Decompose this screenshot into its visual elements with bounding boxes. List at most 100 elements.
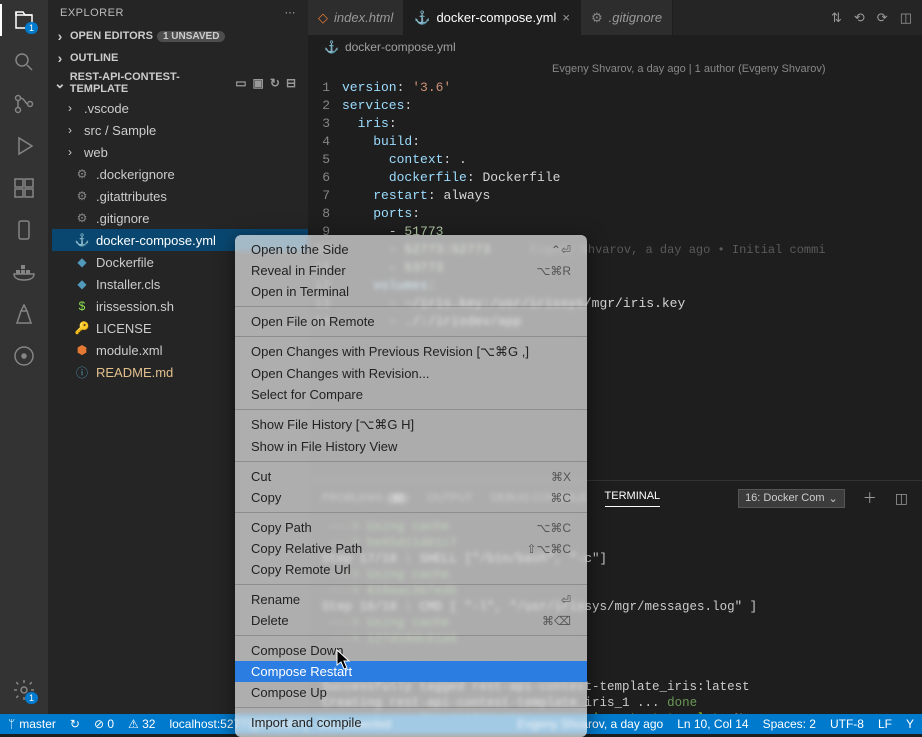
menu-item[interactable]: Compose Down [235, 640, 587, 661]
menu-item[interactable]: Copy⌘C [235, 487, 587, 508]
status-position[interactable]: Ln 10, Col 14 [677, 717, 748, 731]
new-folder-icon[interactable]: ▣ [253, 76, 264, 90]
split-terminal-icon[interactable]: ◫ [895, 490, 908, 507]
menu-item[interactable]: Import and compile [235, 712, 587, 733]
menu-item[interactable]: Copy Remote Url [235, 559, 587, 580]
menu-item[interactable]: Cut⌘X [235, 466, 587, 487]
settings-icon[interactable]: 1 [12, 678, 36, 702]
folder-item[interactable]: ›.vscode [52, 97, 308, 119]
terminal-selector[interactable]: 16: Docker Com ⌄ [738, 489, 845, 508]
status-language[interactable]: Y [906, 717, 914, 731]
gitlens-icon[interactable] [12, 302, 36, 326]
source-control-icon[interactable] [12, 92, 36, 116]
menu-item[interactable]: Delete ⌘⌫ [235, 610, 587, 631]
prev-icon[interactable]: ⟲ [854, 10, 865, 26]
new-file-icon[interactable]: ▭ [235, 76, 246, 90]
status-branch[interactable]: ᛘ master [8, 717, 56, 731]
folder-item[interactable]: ›src / Sample [52, 119, 308, 141]
debug-icon[interactable] [12, 134, 36, 158]
menu-shortcut: ⌘⌫ [542, 614, 571, 628]
split-icon[interactable]: ◫ [900, 10, 912, 26]
editor-tab[interactable]: ⚙.gitignore [581, 0, 673, 35]
more-icon[interactable]: ⋯ [285, 6, 297, 19]
item-label: README.md [96, 365, 173, 380]
context-menu[interactable]: Open to the Side⌃⏎Reveal in Finder⌥⌘ROpe… [235, 235, 587, 737]
menu-item[interactable]: Compose Up [235, 682, 587, 703]
menu-label: Open Changes with Revision... [251, 366, 429, 381]
folder-item[interactable]: › web [52, 141, 308, 163]
menu-item[interactable]: Open File on Remote [235, 311, 587, 332]
unsaved-badge: 1 UNSAVED [157, 31, 226, 42]
menu-item[interactable]: Open to the Side⌃⏎ [235, 239, 587, 260]
breadcrumb[interactable]: ⚓ docker-compose.yml [308, 35, 922, 59]
status-encoding[interactable]: UTF-8 [830, 717, 864, 731]
activity-bar: 1 1 [0, 0, 48, 714]
docker-icon[interactable] [12, 260, 36, 284]
menu-item[interactable]: Copy Relative Path⇧⌥⌘C [235, 538, 587, 559]
menu-item[interactable]: Select for Compare [235, 384, 587, 405]
explorer-icon[interactable]: 1 [12, 8, 36, 32]
menu-shortcut: ⌘X [551, 470, 571, 484]
menu-item[interactable]: Copy Path⌥⌘C [235, 517, 587, 538]
section-outline[interactable]: › OUTLINE [48, 47, 308, 69]
search-icon[interactable] [12, 50, 36, 74]
file-icon: ◆ [74, 255, 90, 269]
compare-icon[interactable]: ⇅ [831, 10, 842, 26]
menu-item[interactable]: Open Changes with Revision... [235, 363, 587, 384]
menu-label: Compose Down [251, 643, 344, 658]
code-line[interactable]: 7 restart: always [308, 187, 922, 205]
close-icon[interactable]: × [562, 10, 570, 25]
menu-label: Compose Restart [251, 664, 352, 679]
menu-item[interactable]: Compose Restart [235, 661, 587, 682]
item-label: web [84, 145, 108, 160]
next-icon[interactable]: ⟳ [877, 10, 888, 26]
editor-tab[interactable]: ⚓docker-compose.yml× [404, 0, 581, 35]
menu-separator [235, 461, 587, 462]
new-terminal-icon[interactable]: ＋ [863, 488, 877, 508]
editor-tab[interactable]: ◇index.html [308, 0, 404, 35]
chevron-right-icon: › [62, 145, 78, 159]
code-line[interactable]: 8 ports: [308, 205, 922, 223]
chevron-down-icon: ⌄ [54, 75, 66, 92]
menu-item[interactable]: Open Changes with Previous Revision [⌥⌘G… [235, 341, 587, 363]
collapse-icon[interactable]: ⊟ [286, 76, 296, 90]
status-errors[interactable]: ⊘ 0 [94, 717, 114, 731]
item-label: .gitignore [96, 211, 149, 226]
menu-item[interactable]: Open in Terminal [235, 281, 587, 302]
menu-label: Compose Up [251, 685, 327, 700]
menu-label: Delete [251, 613, 289, 628]
menu-shortcut: ⌘C [550, 491, 571, 505]
code-line[interactable]: 4 build: [308, 133, 922, 151]
code-line[interactable]: 3 iris: [308, 115, 922, 133]
menu-item[interactable]: Rename⏎ [235, 589, 587, 610]
file-item[interactable]: ⚙.dockerignore [52, 163, 308, 185]
file-item[interactable]: ⚙.gitattributes [52, 185, 308, 207]
menu-separator [235, 635, 587, 636]
section-open-editors[interactable]: › OPEN EDITORS 1 UNSAVED [48, 25, 308, 47]
refresh-icon[interactable]: ↻ [270, 76, 280, 90]
file-item[interactable]: ⚙.gitignore [52, 207, 308, 229]
line-number: 7 [308, 187, 342, 205]
tab-terminal[interactable]: TERMINAL [605, 490, 661, 507]
file-icon: ◇ [318, 10, 328, 26]
menu-item[interactable]: Show in File History View [235, 436, 587, 457]
item-label: irissession.sh [96, 299, 174, 314]
code-line[interactable]: 1version: '3.6' [308, 79, 922, 97]
item-label: LICENSE [96, 321, 152, 336]
status-eol[interactable]: LF [878, 717, 892, 731]
menu-item[interactable]: Show File History [⌥⌘G H] [235, 414, 587, 436]
code-line[interactable]: 2services: [308, 97, 922, 115]
status-spaces[interactable]: Spaces: 2 [763, 717, 816, 731]
menu-item[interactable]: Reveal in Finder⌥⌘R [235, 260, 587, 281]
objectscript-icon[interactable] [12, 218, 36, 242]
remote-icon[interactable] [12, 344, 36, 368]
status-warnings[interactable]: ⚠ 32 [128, 717, 155, 731]
status-sync[interactable]: ↻ [70, 717, 80, 731]
code-line[interactable]: 5 context: . [308, 151, 922, 169]
extensions-icon[interactable] [12, 176, 36, 200]
item-label: .vscode [84, 101, 129, 116]
section-project[interactable]: ⌄ REST-API-CONTEST-TEMPLATE ▭ ▣ ↻ ⊟ [48, 69, 308, 97]
code-line[interactable]: 6 dockerfile: Dockerfile [308, 169, 922, 187]
file-icon: ◆ [74, 277, 90, 291]
menu-label: Select for Compare [251, 387, 363, 402]
